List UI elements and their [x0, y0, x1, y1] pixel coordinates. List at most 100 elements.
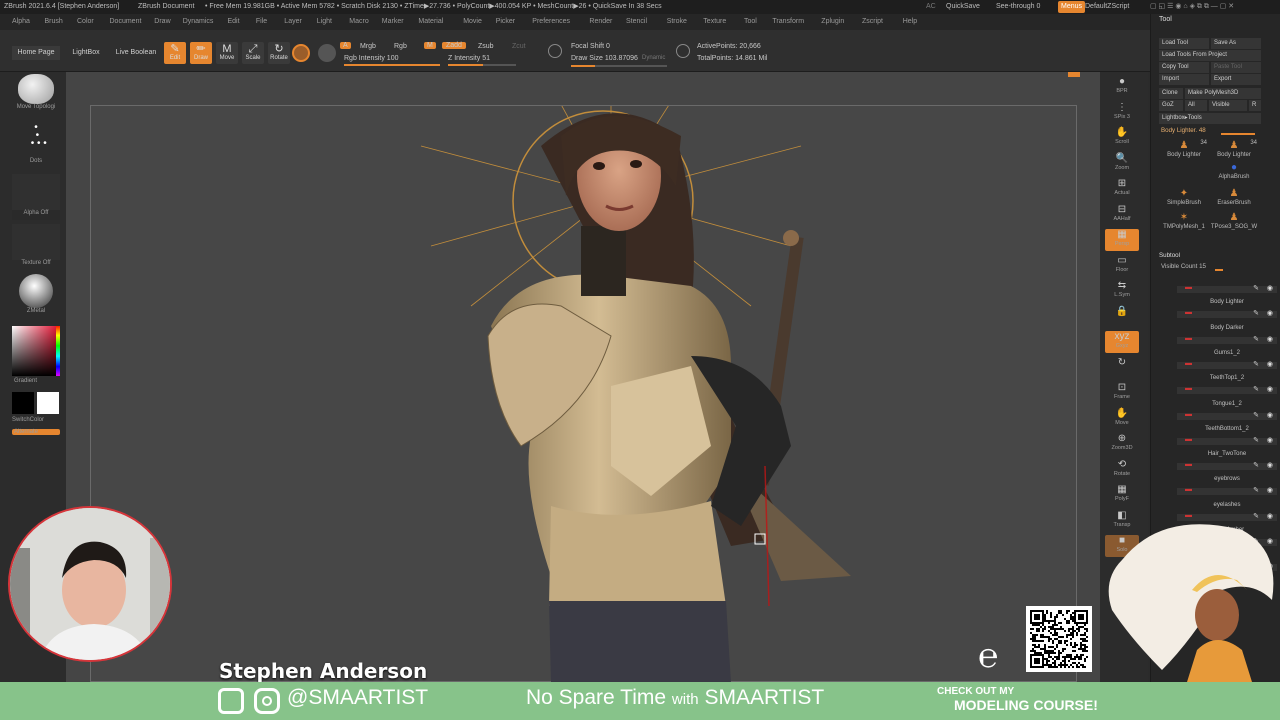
zcut-button[interactable]: Zcut [512, 43, 526, 50]
subtool-row[interactable]: Body Lighter ◉ ✎ ▬ [1177, 299, 1277, 323]
z-intensity-slider[interactable]: Z Intensity 51 [448, 55, 490, 62]
tool-thumbnail[interactable]: ♟ Body Lighter 34 [1159, 140, 1209, 162]
quicksave-button[interactable]: QuickSave [946, 0, 980, 14]
eye-icon[interactable]: ◉ [1267, 411, 1273, 419]
visible-button[interactable]: Visible [1209, 100, 1247, 111]
polypaint-icon[interactable]: ▬ [1185, 284, 1192, 291]
goz-button[interactable]: GoZ [1159, 100, 1183, 111]
subtool-controls[interactable]: ◉ ✎ ▬ [1177, 385, 1277, 395]
menu-item-material[interactable]: Material [418, 14, 443, 30]
make-polymesh-button[interactable]: Make PolyMesh3D [1185, 88, 1261, 99]
menu-item-marker[interactable]: Marker [382, 14, 404, 30]
menu-item-dynamics[interactable]: Dynamics [183, 14, 214, 30]
subtool-row[interactable]: eyebrows ◉ ✎ ▬ [1177, 476, 1277, 500]
subtool-controls[interactable]: ◉ ✎ ▬ [1177, 411, 1277, 420]
subtool-row[interactable]: Gums1_2 ◉ ✎ ▬ [1177, 350, 1277, 374]
menu-item-stencil[interactable]: Stencil [626, 14, 647, 30]
zadd-button[interactable]: Zadd [442, 42, 466, 49]
eye-icon[interactable]: ◉ [1267, 360, 1273, 368]
menu-item-render[interactable]: Render [589, 14, 612, 30]
menu-item-zscript[interactable]: Zscript [862, 14, 883, 30]
load-tool-button[interactable]: Load Tool [1159, 38, 1209, 49]
menu-item-tool[interactable]: Tool [744, 14, 757, 30]
z-intensity-track[interactable] [448, 64, 516, 66]
brush-toggle-icon[interactable]: ✎ [1253, 284, 1259, 292]
brush-toggle-icon[interactable]: ✎ [1253, 411, 1259, 419]
lightbox-tools-button[interactable]: Lightbox▸Tools [1159, 113, 1261, 124]
gradient-label[interactable]: Gradient [14, 378, 62, 384]
m-button[interactable]: M [424, 42, 436, 49]
menus-button[interactable]: Menus [1058, 1, 1086, 13]
menu-item-help[interactable]: Help [903, 14, 917, 30]
character-model[interactable] [91, 85, 1078, 683]
polypaint-icon[interactable]: ▬ [1185, 512, 1192, 519]
menu-item-brush[interactable]: Brush [45, 14, 63, 30]
menu-item-color[interactable]: Color [77, 14, 94, 30]
subtool-controls[interactable]: ◉ ✎ ▬ [1177, 360, 1277, 369]
rgb-button[interactable]: Rgb [394, 43, 407, 50]
alpha-selector[interactable]: Alpha Off [12, 174, 60, 220]
menu-item-movie[interactable]: Movie [463, 14, 482, 30]
rgb-intensity-slider[interactable]: Rgb Intensity 100 [344, 55, 398, 62]
alternate-button[interactable]: Alternate [12, 429, 60, 435]
paste-tool-button[interactable]: Paste Tool [1211, 62, 1261, 73]
polypaint-icon[interactable]: ▬ [1185, 411, 1192, 418]
texture-selector[interactable]: Texture Off [12, 224, 60, 270]
brush-toggle-icon[interactable]: ✎ [1253, 436, 1259, 444]
shelf-toggle-button[interactable]: ↻ [1105, 357, 1139, 379]
tool-edit-button[interactable]: ✎ Edit [164, 42, 186, 64]
focal-shift-slider[interactable]: Focal Shift 0 [571, 43, 610, 50]
eye-icon[interactable]: ◉ [1267, 284, 1273, 292]
menu-item-light[interactable]: Light [317, 14, 332, 30]
visible-count-slider[interactable]: Visible Count 15 [1161, 263, 1206, 270]
home-page-button[interactable]: Home Page [12, 46, 60, 60]
subtool-controls[interactable]: ◉ ✎ ▬ [1177, 309, 1277, 319]
shelf-zoom3d-button[interactable]: ⊕ Zoom3D [1105, 433, 1139, 455]
menu-item-draw[interactable]: Draw [154, 14, 170, 30]
shelf-spix-3-button[interactable]: ⋮ SPix 3 [1105, 102, 1139, 124]
live-boolean-button[interactable]: Live Boolean [112, 46, 160, 60]
lightbox-button[interactable]: LightBox [66, 46, 106, 60]
shelf-scroll-button[interactable]: ✋ Scroll [1105, 127, 1139, 149]
menu-item-zplugin[interactable]: Zplugin [821, 14, 844, 30]
tool-move-button[interactable]: M Move [216, 42, 238, 64]
default-zscript-button[interactable]: DefaultZScript [1085, 0, 1129, 14]
shelf-actual-button[interactable]: ⊞ Actual [1105, 178, 1139, 200]
zsub-button[interactable]: Zsub [478, 43, 494, 50]
subtool-row[interactable]: ◉ ✎ ▬ [1177, 274, 1277, 298]
tool-scale-button[interactable]: ⤢ Scale [242, 42, 264, 64]
shelf-gxyz-button[interactable]: xyz Gxyz [1105, 331, 1139, 353]
brush-selector[interactable]: Move Topologi [12, 74, 60, 114]
shelf-move-button[interactable]: ✋ Move [1105, 408, 1139, 430]
menu-item-document[interactable]: Document [110, 14, 142, 30]
tool-thumbnail[interactable]: ♟ Body Lighter 34 [1209, 140, 1259, 162]
subtool-controls[interactable]: ◉ ✎ ▬ [1177, 461, 1277, 471]
all-button[interactable]: All [1185, 100, 1207, 111]
import-button[interactable]: Import [1159, 74, 1209, 85]
menu-item-picker[interactable]: Picker [496, 14, 515, 30]
shelf-floor-button[interactable]: ▭ Floor [1105, 255, 1139, 277]
main-color-swatch[interactable] [37, 392, 59, 414]
polypaint-icon[interactable]: ▬ [1185, 309, 1192, 316]
subtool-row[interactable]: TeethBottom1_2 ◉ ✎ ▬ [1177, 426, 1277, 450]
current-tool-slider[interactable]: Body Lighter. 48 [1161, 127, 1206, 134]
menu-item-layer[interactable]: Layer [284, 14, 302, 30]
shelf-persp-button[interactable]: ▦ Persp [1105, 229, 1139, 251]
menu-item-alpha[interactable]: Alpha [12, 14, 30, 30]
shelf-polyf-button[interactable]: ▦ PolyF [1105, 484, 1139, 506]
material-selector[interactable]: ZMetal [12, 274, 60, 320]
draw-size-track[interactable] [571, 65, 667, 67]
eye-icon[interactable]: ◉ [1267, 436, 1273, 444]
subtool-header[interactable]: Subtool [1159, 252, 1180, 259]
eye-icon[interactable]: ◉ [1267, 486, 1273, 494]
subtool-row[interactable]: Body Darker ◉ ✎ ▬ [1177, 325, 1277, 349]
draw-size-slider[interactable]: Draw Size 103.87096 [571, 55, 638, 62]
tool-draw-button[interactable]: ✏ Draw [190, 42, 212, 64]
tool-thumbnail[interactable]: ● AlphaBrush [1209, 162, 1259, 184]
eye-icon[interactable]: ◉ [1267, 512, 1273, 520]
tool-panel-title[interactable]: Tool [1159, 16, 1172, 23]
polypaint-icon[interactable]: ▬ [1185, 461, 1192, 468]
eye-icon[interactable]: ◉ [1267, 461, 1273, 469]
brush-toggle-icon[interactable]: ✎ [1253, 335, 1259, 343]
shelf-toggle-button[interactable]: 🔒 [1105, 306, 1139, 328]
